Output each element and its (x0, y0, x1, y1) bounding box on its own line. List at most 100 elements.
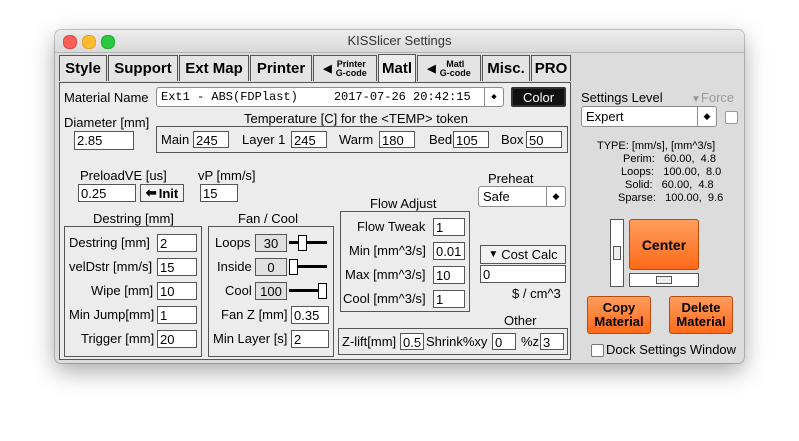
settings-level-select[interactable]: Expert ◆ (581, 106, 717, 127)
delete-material-button[interactable]: Delete Material (669, 296, 733, 334)
temp-warm-input[interactable]: 180 (379, 131, 415, 148)
fan-title: Fan / Cool (238, 211, 298, 226)
force-checkbox[interactable] (725, 111, 738, 124)
loops-speed: Loops: 100.00, 8.0 (621, 166, 722, 178)
vp-label: vP [mm/s] (198, 168, 256, 183)
color-button[interactable]: Color (511, 87, 566, 107)
min-layer-label: Min Layer [s] (213, 331, 288, 346)
flow-tweak-input[interactable]: 1 (433, 218, 465, 236)
fan-inside-value: 0 (255, 258, 287, 276)
temp-main-input[interactable]: 245 (193, 131, 229, 148)
temp-box-input[interactable]: 50 (526, 131, 562, 148)
z-shrink-label: %z (521, 334, 540, 349)
fan-group: Loops 30 Inside 0 Cool 100 Fan Z [mm] 0.… (208, 226, 334, 357)
tab-matl-gcode-line2: G-code (439, 67, 471, 78)
shrinkxy-label: Shrink%xy (426, 334, 488, 349)
temp-layer1-input[interactable]: 245 (291, 131, 327, 148)
preheat-select[interactable]: Safe ◆ (478, 186, 566, 207)
min-jump-input[interactable]: 1 (157, 306, 197, 324)
wipe-input[interactable]: 10 (157, 282, 197, 300)
min-layer-input[interactable]: 2 (291, 330, 329, 348)
copy-material-button[interactable]: Copy Material (587, 296, 651, 334)
copy-material-line2: Material (594, 314, 644, 329)
destring-input[interactable]: 2 (157, 234, 197, 252)
fan-loops-slider[interactable] (289, 235, 327, 251)
material-name-select[interactable]: Ext1 - ABS(FDPlast) 2017-07-26 20:42:15 … (156, 87, 504, 107)
triangle-down-icon: ▼ (691, 94, 701, 105)
slider-knob[interactable] (289, 259, 298, 275)
flow-group: Flow Tweak 1 Min [mm^3/s] 0.01 Max [mm^3… (340, 211, 470, 312)
diameter-input[interactable]: 2.85 (74, 131, 134, 150)
other-group: Z-lift[mm] 0.5 Shrink%xy 0 %z 3 (338, 328, 568, 355)
wipe-label: Wipe [mm] (91, 283, 154, 298)
force-option[interactable]: ▼Force (691, 90, 734, 105)
slider-knob[interactable] (298, 235, 307, 251)
tab-matl[interactable]: Matl (378, 54, 416, 82)
tab-support[interactable]: Support (108, 55, 178, 81)
tab-misc[interactable]: Misc. (482, 55, 530, 81)
horizontal-pan-slider[interactable] (629, 273, 699, 287)
center-button[interactable]: Center (629, 219, 699, 270)
tab-printer[interactable]: Printer (250, 55, 312, 81)
temperature-title: Temperature [C] for the <TEMP> token (244, 111, 468, 126)
temperature-group: Main 245 Layer 1 245 Warm 180 Bed 105 Bo… (156, 126, 568, 153)
window-title: KISSlicer Settings (347, 33, 452, 48)
flow-title: Flow Adjust (370, 196, 437, 211)
destring-group: Destring [mm] 2 velDstr [mm/s] 15 Wipe [… (64, 226, 202, 357)
slider-knob[interactable] (318, 283, 327, 299)
settings-window: KISSlicer Settings Style Support Ext Map… (55, 30, 744, 363)
arrow-left-icon: ⬅ (145, 185, 157, 200)
diameter-label: Diameter [mm] (64, 115, 150, 130)
tab-pro[interactable]: PRO (531, 55, 571, 81)
slider-knob[interactable] (613, 246, 621, 260)
temp-warm-label: Warm (339, 132, 374, 147)
shrinkxy-input[interactable]: 0 (492, 333, 516, 350)
flow-min-input[interactable]: 0.01 (433, 242, 465, 260)
sparse-speed: Sparse: 100.00, 9.6 (618, 192, 724, 204)
slider-knob[interactable] (656, 276, 672, 284)
z-shrink-input[interactable]: 3 (540, 333, 564, 350)
vertical-pan-slider[interactable] (610, 219, 624, 287)
solid-speed: Solid: 60.00, 4.8 (625, 179, 714, 191)
init-button[interactable]: ⬅ Init (140, 184, 184, 202)
veldstr-input[interactable]: 15 (157, 258, 197, 276)
tab-ext-map[interactable]: Ext Map (179, 55, 249, 81)
fan-inside-slider[interactable] (289, 259, 327, 275)
settings-level-label: Settings Level (581, 90, 663, 105)
fan-loops-label: Loops (215, 235, 251, 250)
material-name-label: Material Name (64, 90, 149, 105)
tab-matl-gcode[interactable]: ◀ Matl G-code (417, 55, 481, 81)
zlift-input[interactable]: 0.5 (400, 333, 424, 350)
dock-settings-checkbox[interactable] (591, 344, 604, 357)
init-button-label: Init (158, 185, 179, 201)
tab-style[interactable]: Style (59, 55, 107, 81)
fan-z-input[interactable]: 0.35 (291, 306, 329, 324)
destring-label: Destring [mm] (69, 235, 150, 250)
flow-min-label: Min [mm^3/s] (349, 243, 426, 258)
destring-title: Destring [mm] (93, 211, 174, 226)
flow-max-input[interactable]: 10 (433, 266, 465, 284)
triangle-down-icon: ▼ (488, 249, 499, 260)
tab-printer-gcode[interactable]: ◀ Printer G-code (313, 55, 377, 81)
temp-bed-input[interactable]: 105 (453, 131, 489, 148)
type-title: TYPE: [mm/s], [mm^3/s] (597, 140, 716, 152)
matl-panel: Material Name Ext1 - ABS(FDPlast) 2017-0… (59, 82, 571, 360)
cost-calc-button[interactable]: ▼ Cost Calc (480, 245, 566, 264)
chevron-updown-icon: ◆ (697, 107, 716, 126)
cost-input[interactable]: 0 (480, 265, 566, 283)
material-name-value: Ext1 - ABS(FDPlast) 2017-07-26 20:42:15 (161, 90, 471, 104)
flow-max-label: Max [mm^3/s] (345, 267, 426, 282)
fan-cool-slider[interactable] (289, 283, 327, 299)
perim-speed: Perim: 60.00, 4.8 (623, 153, 716, 165)
cost-unit-label: $ / cm^3 (512, 286, 561, 301)
flow-cool-input[interactable]: 1 (433, 290, 465, 308)
trigger-label: Trigger [mm] (81, 331, 155, 346)
vp-input[interactable]: 15 (200, 184, 238, 202)
trigger-input[interactable]: 20 (157, 330, 197, 348)
flow-cool-label: Cool [mm^3/s] (343, 291, 426, 306)
cost-calc-label: Cost Calc (501, 247, 558, 262)
fan-inside-label: Inside (217, 259, 252, 274)
fan-cool-label: Cool (225, 283, 252, 298)
preload-input[interactable]: 0.25 (78, 184, 136, 202)
preheat-label: Preheat (488, 171, 534, 186)
